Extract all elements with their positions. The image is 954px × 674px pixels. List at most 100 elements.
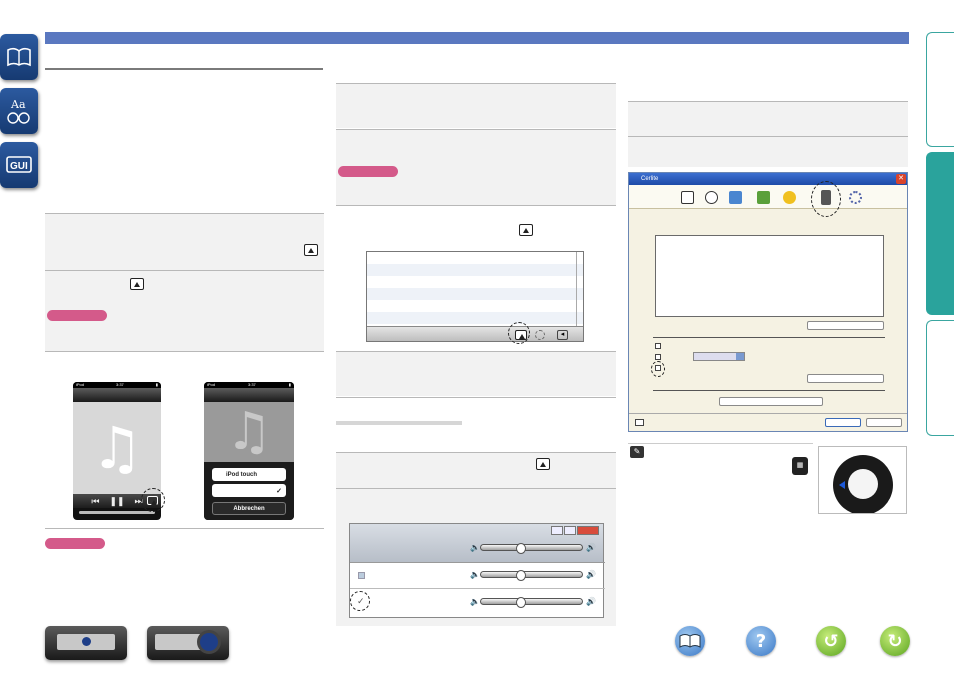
forward-icon[interactable]: ↻	[880, 626, 910, 656]
divider	[628, 443, 813, 444]
status-time: 3:37	[116, 382, 124, 387]
glossary-icon[interactable]: Aa	[0, 88, 38, 134]
help-icon[interactable]: ?	[746, 626, 776, 656]
speaker-1-volume-slider[interactable]	[480, 570, 583, 581]
pencil-note-icon: ✎	[630, 446, 644, 458]
speaker-icon: 🔊	[586, 570, 596, 579]
device-option-receiver[interactable]: ✓	[212, 484, 286, 497]
side-tab-3[interactable]	[926, 320, 954, 436]
ok-button[interactable]	[825, 418, 861, 427]
play-icon[interactable]	[705, 191, 718, 204]
music-note-icon: ♫	[225, 402, 273, 462]
remote-image	[818, 446, 907, 514]
divider	[336, 452, 616, 453]
divider	[336, 397, 616, 398]
favorites-icon[interactable]	[783, 191, 796, 204]
speaker-icon: 🔊	[586, 543, 596, 552]
highlight-circle	[141, 488, 165, 512]
cerlite-toolbar	[629, 185, 907, 209]
speaker-icon: 🔈	[470, 597, 480, 606]
highlight-circle	[651, 361, 665, 377]
files-icon[interactable]	[729, 191, 742, 204]
contents-icon[interactable]	[675, 626, 705, 656]
divider	[45, 528, 324, 529]
divider	[45, 213, 324, 214]
status-carrier: iPod	[76, 382, 85, 387]
speaker-2-volume-slider[interactable]	[480, 597, 583, 608]
previous-icon[interactable]: ⏮	[91, 496, 99, 507]
manual-book-icon[interactable]	[0, 34, 38, 80]
volume-bar[interactable]	[79, 511, 155, 514]
device-icon[interactable]	[681, 191, 694, 204]
divider	[336, 351, 616, 352]
itunes-window: ◂	[366, 251, 584, 342]
toggle-icon[interactable]: ◂	[557, 330, 568, 340]
maximize-button[interactable]	[564, 526, 576, 535]
chevron-down-icon[interactable]	[736, 353, 744, 360]
svg-text:GUI: GUI	[10, 161, 28, 172]
cerlite-button-3[interactable]	[719, 397, 823, 406]
back-icon[interactable]: ↺	[816, 626, 846, 656]
cancel-button[interactable]: Abbrechen	[212, 502, 286, 515]
divider	[45, 351, 324, 352]
album-art: ♫	[73, 402, 161, 494]
highlight-circle	[811, 181, 841, 217]
divider	[653, 337, 885, 338]
step-box-3	[336, 84, 616, 128]
cerlite-button-2[interactable]	[807, 374, 884, 383]
speaker-icon: 🔈	[470, 543, 480, 552]
minimize-button[interactable]	[551, 526, 563, 535]
speaker-checkbox-1[interactable]	[358, 572, 365, 579]
settings-icon[interactable]	[849, 191, 862, 204]
album-art: ♫	[204, 402, 294, 462]
pause-icon[interactable]: ❚❚	[109, 496, 124, 507]
cerlite-window: Cerlite ✕	[628, 172, 908, 432]
svg-text:Aa: Aa	[10, 98, 26, 111]
iphone-screenshot-b: iPod 3:37 ▮ ♫ iPod touch ✓ Abbrechen	[204, 382, 294, 520]
itunes-bottom-bar: ◂	[367, 326, 583, 341]
divider	[336, 488, 616, 489]
step-box-9	[628, 137, 908, 167]
option-checkbox-1[interactable]	[655, 343, 661, 349]
step-box-8	[628, 102, 908, 136]
library-icon[interactable]	[757, 191, 770, 204]
window-title: Cerlite	[641, 176, 659, 182]
device-list-box[interactable]	[655, 235, 884, 317]
cancel-button[interactable]	[866, 418, 902, 427]
option-dropdown[interactable]	[693, 352, 745, 361]
gui-icon[interactable]: GUI	[0, 142, 38, 188]
option-checkbox-2[interactable]	[655, 354, 661, 360]
manual-page: Aa GUI iPod3:37▮ ♫ ⏮ ❚❚ ⏭ iPod3:37▮	[0, 0, 954, 674]
music-note-icon: ♫	[91, 414, 143, 482]
side-tab-2[interactable]	[926, 152, 954, 315]
amplifier-image[interactable]	[45, 626, 127, 660]
step-box-5	[336, 352, 616, 396]
divider	[45, 270, 324, 271]
divider	[653, 390, 885, 391]
divider	[628, 136, 908, 137]
speakers-header: 🔈 🔊	[350, 524, 603, 562]
now-playing-header	[73, 388, 161, 402]
remote-icon: ▦	[792, 457, 808, 475]
airplay-icon	[130, 278, 144, 290]
device-option-ipod[interactable]: iPod touch	[212, 468, 286, 481]
status-carrier: iPod	[207, 382, 216, 387]
speaker-icon: 🔊	[586, 597, 596, 606]
help-checkbox[interactable]	[635, 419, 644, 426]
player-image[interactable]	[147, 626, 229, 660]
note-badge	[45, 538, 105, 549]
checkmark-icon: ✓	[276, 487, 282, 495]
close-button[interactable]: ✕	[896, 174, 906, 184]
section-rule	[45, 68, 323, 70]
note-badge	[338, 166, 398, 177]
airplay-icon	[519, 224, 533, 236]
master-volume-slider[interactable]	[480, 543, 583, 554]
close-button[interactable]	[577, 526, 599, 535]
side-tab-1[interactable]	[926, 32, 954, 147]
airplay-icon	[304, 244, 318, 256]
cerlite-button-1[interactable]	[807, 321, 884, 330]
divider	[336, 83, 616, 84]
speaker-icon: 🔈	[470, 570, 480, 579]
note-badge	[47, 310, 107, 321]
settings-icon[interactable]	[535, 330, 545, 340]
